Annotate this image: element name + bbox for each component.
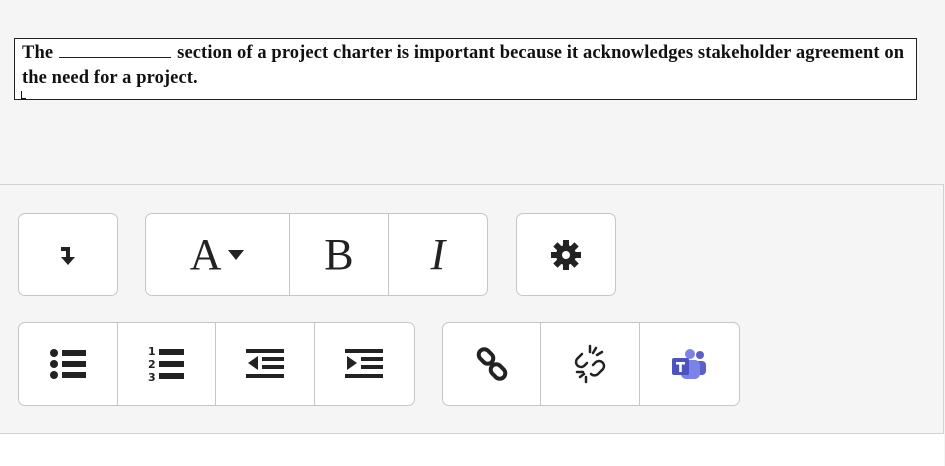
link-icon — [474, 346, 510, 382]
question-text-box: The section of a project charter is impor… — [14, 38, 917, 100]
svg-text:3: 3 — [148, 371, 156, 384]
numbered-list-icon: 1 2 3 — [147, 344, 185, 384]
settings-group — [516, 213, 616, 296]
font-color-label: A — [189, 230, 222, 279]
italic-button[interactable]: I — [389, 214, 487, 295]
numbered-list-button[interactable]: 1 2 3 — [118, 323, 216, 405]
bullet-list-button[interactable] — [19, 323, 118, 405]
format-group: A B I — [145, 213, 488, 296]
indent-icon — [345, 349, 384, 379]
unlink-icon — [569, 344, 611, 384]
outdent-icon — [245, 349, 284, 379]
teams-icon — [670, 349, 708, 379]
text-caret — [21, 91, 26, 99]
indent-button[interactable] — [315, 323, 415, 405]
teams-button[interactable] — [640, 323, 739, 405]
unlink-button[interactable] — [541, 323, 640, 405]
question-text-start: The — [22, 43, 54, 63]
link-button[interactable] — [443, 323, 542, 405]
expand-toolbar-icon — [58, 244, 78, 266]
answer-blank — [59, 43, 172, 58]
italic-label: I — [430, 230, 446, 279]
svg-text:2: 2 — [148, 358, 156, 371]
bold-label: B — [324, 230, 354, 279]
svg-text:1: 1 — [148, 345, 156, 358]
expand-toolbar-button[interactable] — [19, 214, 117, 295]
editor-toolbar: A B I 1 2 3 — [0, 184, 944, 434]
bold-button[interactable]: B — [290, 214, 389, 295]
expand-toolbar-group — [18, 213, 118, 296]
editor-text-area[interactable] — [0, 433, 944, 466]
list-indent-group: 1 2 3 — [18, 322, 415, 406]
link-group — [442, 322, 740, 406]
bullet-list-icon — [49, 347, 87, 381]
settings-button[interactable] — [517, 214, 615, 295]
settings-gear-icon — [549, 238, 583, 272]
chevron-down-icon — [227, 249, 245, 261]
font-color-button[interactable]: A — [146, 214, 291, 295]
outdent-button[interactable] — [216, 323, 315, 405]
